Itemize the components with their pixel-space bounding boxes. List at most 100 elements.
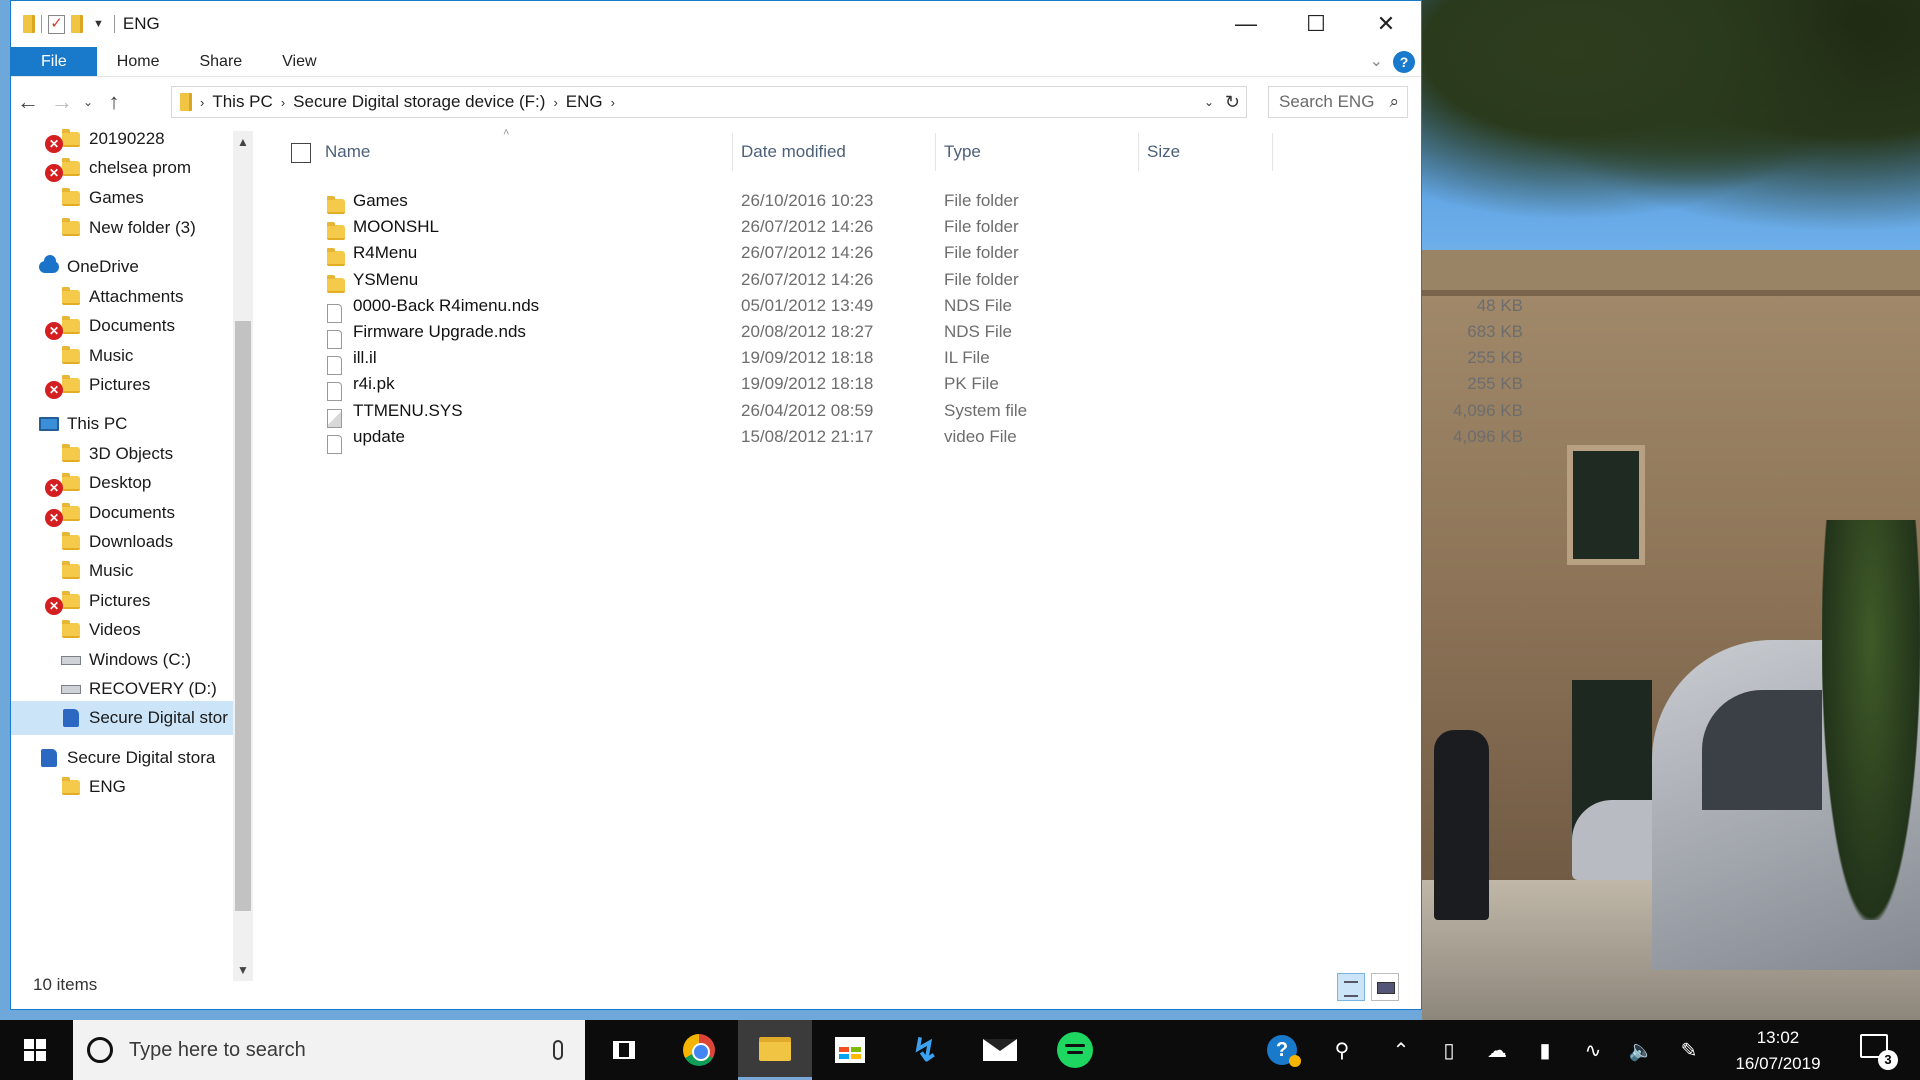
file-size: 683 KB	[1467, 322, 1523, 341]
sync-error-icon: ✕	[45, 164, 63, 182]
folder-icon	[180, 93, 192, 111]
onedrive-error-icon[interactable]: ☁	[1480, 1020, 1514, 1080]
file-type: NDS File	[944, 295, 1013, 315]
task-view-button[interactable]	[587, 1020, 661, 1080]
forward-button[interactable]: →	[45, 89, 79, 115]
nav-item[interactable]: ✕ Pictures	[11, 368, 233, 402]
column-divider[interactable]	[1272, 133, 1273, 171]
taskbar-search-box[interactable]: Type here to search	[73, 1020, 585, 1080]
lightning-icon: ↯	[911, 1032, 939, 1068]
close-button[interactable]: ✕	[1351, 1, 1421, 47]
navigation-scrollbar[interactable]: ▲ ▼	[233, 131, 253, 981]
folder-icon: ✕	[45, 129, 81, 153]
nav-item[interactable]: ENG	[11, 770, 233, 804]
breadcrumb-sd-device[interactable]: Secure Digital storage device (F:)	[293, 92, 545, 112]
mail-app-button[interactable]	[963, 1020, 1037, 1080]
address-bar[interactable]: › This PC › Secure Digital storage devic…	[171, 86, 1247, 118]
scrollbar-thumb[interactable]	[235, 321, 251, 911]
bolt-app-button[interactable]: ↯	[888, 1020, 962, 1080]
search-input[interactable]: Search ENG ⌕	[1268, 86, 1408, 118]
maximize-button[interactable]: ☐	[1281, 1, 1351, 47]
breadcrumb-separator[interactable]: ›	[611, 95, 615, 110]
action-center-icon[interactable]: 3	[1860, 1034, 1898, 1070]
volume-icon[interactable]: 🔈	[1624, 1020, 1658, 1080]
sd-card-icon	[39, 748, 59, 768]
minimize-button[interactable]: —	[1211, 1, 1281, 47]
show-hidden-icons-chevron-icon[interactable]: ⌃	[1384, 1020, 1418, 1080]
drive-icon	[61, 650, 81, 670]
file-type: NDS File	[944, 322, 1013, 341]
column-header-size[interactable]: Size	[1147, 129, 1267, 175]
help-icon[interactable]: ?	[1393, 51, 1415, 73]
column-divider[interactable]	[935, 133, 936, 171]
select-all-checkbox[interactable]	[291, 143, 311, 163]
file-type: IL File	[944, 348, 990, 368]
customize-toolbar-icon[interactable]: ▼	[93, 18, 104, 30]
column-divider[interactable]	[732, 133, 733, 171]
file-explorer-icon	[759, 1036, 791, 1061]
file-explorer-app-button[interactable]	[738, 1020, 812, 1080]
nav-item[interactable]: Music	[11, 554, 233, 588]
pen-workspace-icon[interactable]: ✎	[1672, 1020, 1706, 1080]
tab-home[interactable]: Home	[97, 47, 180, 76]
breadcrumb-separator[interactable]: ›	[281, 95, 285, 110]
file-date-modified: 26/07/2012 14:26	[741, 269, 874, 289]
store-app-button[interactable]	[813, 1020, 887, 1080]
tab-view[interactable]: View	[262, 47, 336, 76]
breadcrumb-separator[interactable]: ›	[553, 95, 557, 110]
tab-share[interactable]: Share	[179, 47, 262, 76]
nav-item[interactable]: Games	[11, 181, 233, 215]
spotify-app-button[interactable]	[1038, 1020, 1112, 1080]
breadcrumb-separator[interactable]: ›	[200, 95, 204, 110]
search-icon[interactable]: ⌕	[1389, 92, 1399, 112]
wifi-icon[interactable]: ∿	[1576, 1020, 1610, 1080]
search-placeholder: Search ENG	[1279, 92, 1375, 111]
breadcrumb-eng[interactable]: ENG	[566, 92, 603, 112]
clock-time: 13:02	[1756, 1028, 1800, 1047]
column-divider[interactable]	[1138, 133, 1139, 171]
nav-item-label: Documents	[89, 503, 175, 522]
nav-item[interactable]: ✕ Desktop	[11, 466, 233, 500]
people-icon[interactable]: ⚲	[1322, 1020, 1362, 1080]
nav-item[interactable]: ✕ chelsea prom	[11, 151, 233, 185]
folder-icon	[61, 187, 81, 208]
title-bar[interactable]: ✓ ▼ ENG — ☐ ✕	[11, 1, 1421, 47]
clock[interactable]: 13:02 16/07/2019	[1722, 1025, 1834, 1077]
column-header-date[interactable]: Date modified	[741, 129, 931, 175]
file-type: File folder	[944, 269, 1019, 289]
battery-icon[interactable]: ▮	[1528, 1020, 1562, 1080]
nav-item[interactable]: New folder (3)	[11, 211, 233, 245]
chrome-app-button[interactable]	[662, 1020, 736, 1080]
new-folder-icon[interactable]	[71, 15, 83, 33]
toolbar-separator	[41, 15, 42, 33]
column-header-name[interactable]: Name	[325, 129, 735, 175]
nav-item[interactable]: ✕ Documents	[11, 309, 233, 343]
up-button[interactable]: ↑	[97, 89, 131, 115]
refresh-icon[interactable]: ↻	[1225, 92, 1240, 113]
properties-icon[interactable]: ✓	[48, 14, 65, 34]
details-view-icon[interactable]	[1337, 973, 1365, 1001]
address-dropdown-icon[interactable]: ⌄	[1204, 95, 1214, 109]
back-button[interactable]: ←	[11, 89, 45, 115]
breadcrumb-this-pc[interactable]: This PC	[212, 92, 272, 112]
recent-locations-button[interactable]: ⌄	[79, 95, 97, 109]
scroll-up-icon[interactable]: ▲	[233, 135, 253, 149]
nav-item[interactable]: Secure Digital stor	[11, 701, 233, 735]
file-name: Games	[353, 191, 408, 210]
wallpaper-trees	[1422, 0, 1920, 250]
file-row[interactable]: update 15/08/2012 21:17 video File 4,096 KB	[273, 421, 1523, 454]
usb-drive-icon[interactable]: ▯	[1432, 1020, 1466, 1080]
column-header-type[interactable]: Type	[944, 129, 1134, 175]
large-icons-view-icon[interactable]	[1371, 973, 1399, 1001]
microphone-icon[interactable]	[553, 1040, 563, 1060]
help-tray-button[interactable]: ?	[1262, 1020, 1302, 1080]
folder-icon	[61, 217, 81, 238]
start-button[interactable]	[0, 1020, 70, 1080]
file-type: File folder	[944, 191, 1019, 210]
chevron-down-icon[interactable]: ⌄	[1370, 51, 1383, 71]
nav-item[interactable]: This PC	[11, 407, 233, 441]
nav-item[interactable]: OneDrive	[11, 250, 233, 284]
tab-file[interactable]: File	[11, 47, 97, 76]
cortana-icon[interactable]	[87, 1037, 113, 1063]
nav-item[interactable]: Videos	[11, 613, 233, 647]
